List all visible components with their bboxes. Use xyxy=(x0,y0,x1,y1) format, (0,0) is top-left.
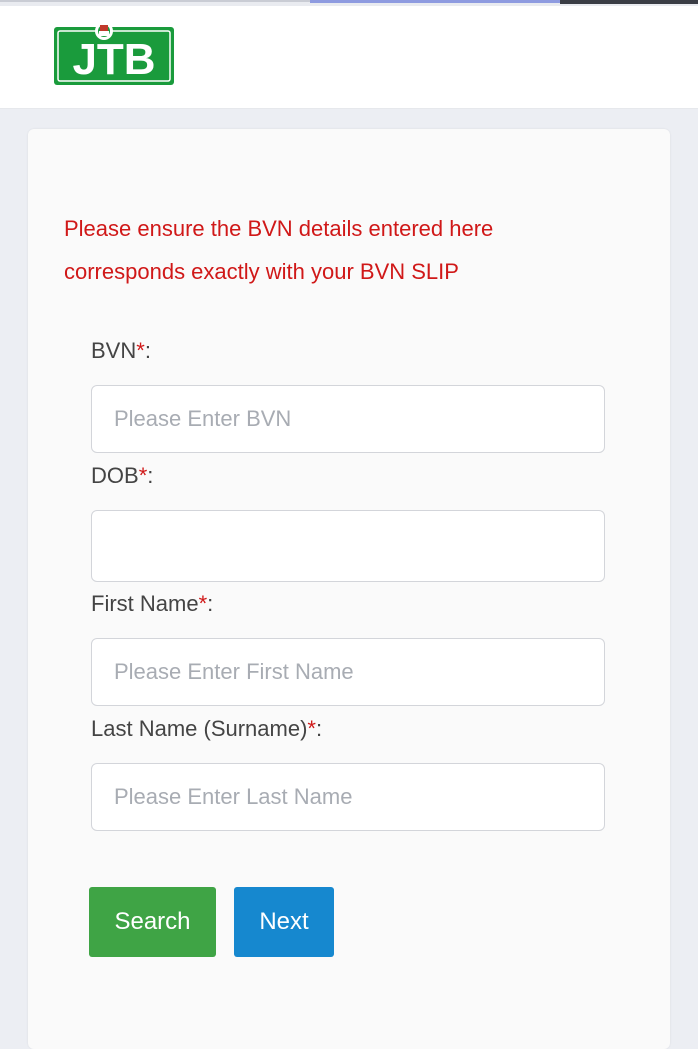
bvn-warning-notice: Please ensure the BVN details entered he… xyxy=(64,207,624,293)
last-name-label: Last Name (Surname)*: xyxy=(91,716,323,741)
bvn-form-card: Please ensure the BVN details entered he… xyxy=(28,129,670,1049)
first-name-input[interactable] xyxy=(91,638,605,706)
loading-bar-segment xyxy=(560,0,698,4)
jtb-logo[interactable]: JTB xyxy=(54,23,174,85)
site-header: JTB xyxy=(0,6,698,109)
dob-label-text: DOB xyxy=(91,463,139,488)
last-name-input[interactable] xyxy=(91,763,605,831)
dob-input[interactable] xyxy=(91,510,605,582)
required-asterisk: * xyxy=(136,338,145,363)
required-asterisk: * xyxy=(307,716,316,741)
dob-label: DOB*: xyxy=(91,463,154,488)
logo-text: JTB xyxy=(72,35,155,84)
first-name-label: First Name*: xyxy=(91,591,214,616)
bvn-input[interactable] xyxy=(91,385,605,453)
last-name-label-text: Last Name (Surname) xyxy=(91,716,308,741)
required-asterisk: * xyxy=(138,463,148,488)
loading-bar-progress xyxy=(310,0,560,3)
required-asterisk: * xyxy=(198,591,208,616)
notice-line-1: Please ensure the BVN details entered he… xyxy=(64,216,494,241)
notice-line-2: corresponds exactly with your BVN SLIP xyxy=(64,259,459,284)
loading-bar-segment xyxy=(0,0,310,2)
bvn-label: BVN*: xyxy=(91,338,151,363)
first-name-label-text: First Name xyxy=(91,591,199,616)
search-button[interactable]: Search xyxy=(89,887,216,957)
bvn-label-text: BVN xyxy=(91,338,137,363)
next-button[interactable]: Next xyxy=(234,887,334,957)
